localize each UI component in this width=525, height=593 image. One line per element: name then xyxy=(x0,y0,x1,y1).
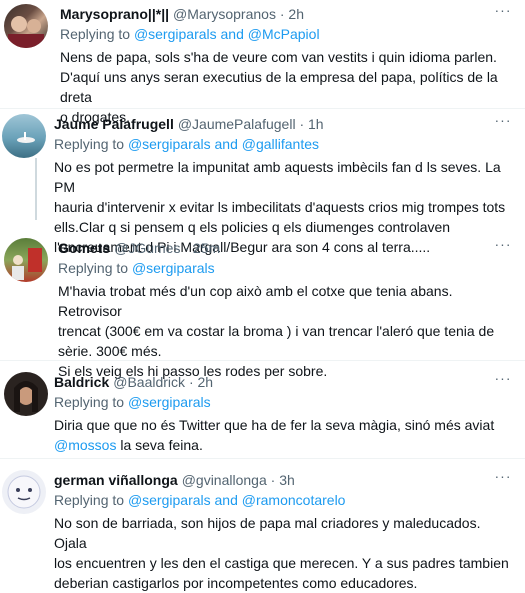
tweet-2[interactable]: Jaume Palafrugell @JaumePalafugell · 1h … xyxy=(0,110,525,255)
timestamp[interactable]: 1h xyxy=(308,116,324,132)
display-name[interactable]: Marysoprano||*|| xyxy=(60,4,169,24)
avatar-image xyxy=(12,248,42,280)
avatar-image xyxy=(14,381,38,412)
timestamp[interactable]: 2h xyxy=(198,374,214,390)
replying-label: Replying to xyxy=(54,492,125,508)
tweet-1[interactable]: Marysoprano||*|| @Marysopranos · 2h ··· … xyxy=(0,0,525,125)
tweet-line: sèrie. 300€ més. xyxy=(58,343,162,359)
replying-label: Replying to xyxy=(54,136,125,152)
tweet-line: trencat (300€ em va costar la broma ) i … xyxy=(58,323,495,339)
replying-to: Replying to @sergiparals xyxy=(54,392,513,412)
divider xyxy=(0,108,525,109)
mention-link[interactable]: @sergiparals xyxy=(128,136,211,152)
mention-link[interactable]: @ramoncotarelo xyxy=(242,492,346,508)
more-options-icon[interactable]: ··· xyxy=(493,469,513,490)
avatar-image xyxy=(7,475,41,509)
timestamp[interactable]: 25m xyxy=(193,240,220,256)
handle[interactable]: @Baaldrick xyxy=(113,374,185,390)
mention-link[interactable]: @gallifantes xyxy=(242,136,319,152)
tweet-4[interactable]: Baldrick @Baaldrick · 2h ··· Replying to… xyxy=(0,362,525,458)
tweet-5[interactable]: german viñallonga @gvinallonga · 3h ··· … xyxy=(0,460,525,591)
and-label: and xyxy=(214,136,238,152)
mention-link[interactable]: @sergiparals xyxy=(132,260,215,276)
display-name[interactable]: Baldrick xyxy=(54,372,109,392)
more-options-icon[interactable]: ··· xyxy=(493,237,513,258)
handle[interactable]: @Marysopranos xyxy=(173,6,276,22)
divider xyxy=(0,458,525,459)
tweet-line: los encuentren y les den el castiga que … xyxy=(54,555,509,571)
replying-to: Replying to @sergiparals and @McPapiol xyxy=(60,24,513,44)
tweet-line: No es pot permetre la impunitat amb aque… xyxy=(54,159,501,195)
dot-separator: · xyxy=(188,374,194,390)
replying-label: Replying to xyxy=(58,260,129,276)
avatar[interactable] xyxy=(4,238,48,282)
timestamp[interactable]: 3h xyxy=(279,472,295,488)
tweet-line: Nens de papa, sols s'ha de veure com van… xyxy=(60,49,497,65)
dot-separator: · xyxy=(270,472,276,488)
avatar[interactable] xyxy=(4,4,48,48)
replying-to: Replying to @sergiparals xyxy=(58,258,513,278)
mention-link[interactable]: @mossos xyxy=(54,437,116,453)
handle[interactable]: @JaumePalafugell xyxy=(178,116,296,132)
replying-label: Replying to xyxy=(60,26,131,42)
and-label: and xyxy=(214,492,238,508)
tweet-header: Gomets @JGumes · 25m xyxy=(58,238,513,258)
and-label: and xyxy=(220,26,244,42)
divider xyxy=(0,360,525,361)
more-options-icon[interactable]: ··· xyxy=(493,371,513,392)
display-name[interactable]: Jaume Palafrugell xyxy=(54,114,174,134)
tweet-text: Diria que que no és Twitter que ha de fe… xyxy=(54,415,513,455)
tweet-text: No son de barriada, son hijos de papa ma… xyxy=(54,513,513,593)
tweet-line: M'havia trobat més d'un cop això amb el … xyxy=(58,283,453,319)
avatar[interactable] xyxy=(4,372,48,416)
tweet-header: Jaume Palafrugell @JaumePalafugell · 1h xyxy=(54,114,513,134)
mention-link[interactable]: @sergiparals xyxy=(128,394,211,410)
replying-to: Replying to @sergiparals and @gallifante… xyxy=(54,134,513,154)
more-options-icon[interactable]: ··· xyxy=(493,113,513,134)
display-name[interactable]: german viñallonga xyxy=(54,470,178,490)
dot-separator: · xyxy=(299,116,305,132)
tweet-line: No son de barriada, son hijos de papa ma… xyxy=(54,515,481,551)
avatar-image xyxy=(8,16,44,48)
tweet-line: Diria que que no és Twitter que ha de fe… xyxy=(54,417,495,433)
tweet-line: deberian castigarlos por incompetentes c… xyxy=(54,575,418,591)
replying-to: Replying to @sergiparals and @ramoncotar… xyxy=(54,490,513,510)
mention-link[interactable]: @McPapiol xyxy=(248,26,320,42)
avatar[interactable] xyxy=(2,114,46,158)
tweet-line: D'aquí uns anys seran executius de la em… xyxy=(60,69,498,105)
tweet-line: hauria d'intervenir x evitar ls imbecili… xyxy=(54,199,506,215)
avatar[interactable] xyxy=(2,470,46,514)
thread-line xyxy=(35,158,37,220)
handle[interactable]: @JGumes xyxy=(114,240,180,256)
mention-link[interactable]: @sergiparals xyxy=(128,492,211,508)
tweet-line-text: la seva feina. xyxy=(116,437,203,453)
tweet-line: @mossos la seva feina. xyxy=(54,435,513,455)
tweet-header: Marysoprano||*|| @Marysopranos · 2h xyxy=(60,4,513,24)
avatar-image xyxy=(17,132,35,143)
display-name[interactable]: Gomets xyxy=(58,238,110,258)
tweet-header: german viñallonga @gvinallonga · 3h xyxy=(54,470,513,490)
mention-link[interactable]: @sergiparals xyxy=(134,26,217,42)
dot-separator: · xyxy=(279,6,285,22)
timestamp[interactable]: 2h xyxy=(288,6,304,22)
tweet-header: Baldrick @Baaldrick · 2h xyxy=(54,372,513,392)
tweet-3[interactable]: Gomets @JGumes · 25m ··· Replying to @se… xyxy=(0,232,525,379)
more-options-icon[interactable]: ··· xyxy=(493,3,513,24)
handle[interactable]: @gvinallonga xyxy=(182,472,267,488)
dot-separator: · xyxy=(184,240,190,256)
replying-label: Replying to xyxy=(54,394,125,410)
